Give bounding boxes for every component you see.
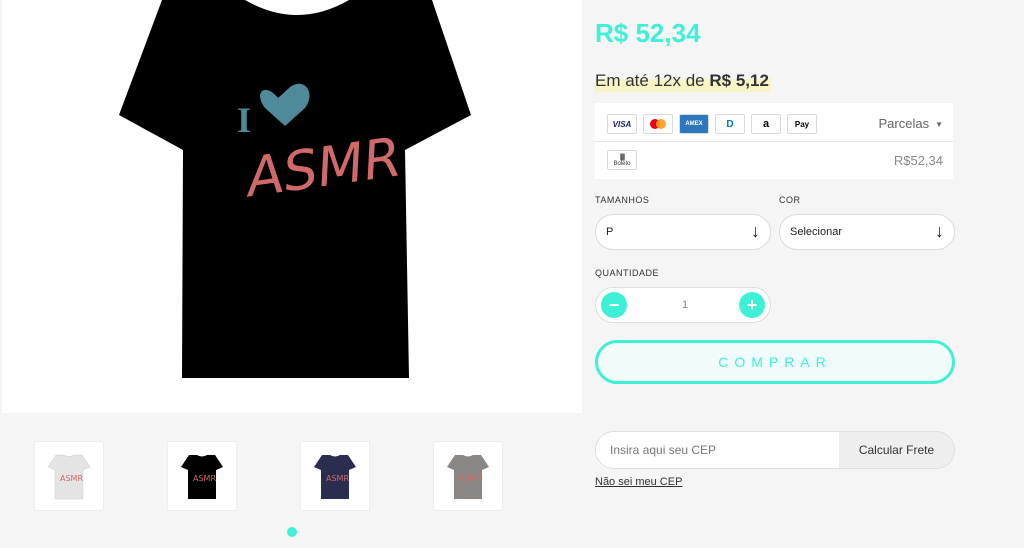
black-shirt-icon: ASMR [181,455,223,499]
tshirt-image: I ASMR [119,0,471,378]
visa-icon: VISA [607,114,637,134]
svg-text:ASMR: ASMR [193,474,216,483]
applepay-icon: Pay [787,114,817,134]
cep-form: Calcular Frete [595,431,955,469]
boleto-label: Boleto [613,160,631,167]
color-select[interactable]: Selecionar ↓ [779,214,955,250]
installment-value: R$ 5,12 [709,71,769,90]
mastercard-icon [643,114,673,134]
payment-methods: VISA AMEX D a Pay Parcelas ▼ |||||| Bolet… [595,103,953,179]
arrow-down-icon: ↓ [751,221,760,241]
card-row: VISA AMEX D a Pay Parcelas ▼ [595,103,953,142]
arrow-down-icon: ↓ [935,221,944,241]
boleto-icon: |||||| Boleto [607,150,637,170]
thumbnail-black-shirt[interactable]: ASMR [167,441,237,511]
size-value: P [606,226,614,238]
amazon-icon: a [751,114,781,134]
installment-info: Em até 12x de R$ 5,12 [595,70,771,92]
quantity-label: QUANTIDADE [595,268,660,278]
white-shirt-icon: ASMR [47,454,91,500]
installment-prefix: Em até 12x de [595,71,705,90]
svg-text:ASMR: ASMR [459,474,482,483]
color-value: Selecionar [790,226,842,238]
barcode-icon: |||||| [619,153,626,161]
svg-text:ASMR: ASMR [60,474,83,483]
plus-button[interactable]: + [739,292,765,318]
svg-text:ASMR: ASMR [326,474,349,483]
size-label: TAMANHOS [595,195,650,205]
caret-down-icon: ▼ [935,120,943,130]
gray-shirt-icon: ASMR [447,455,489,499]
cep-input[interactable] [596,432,840,468]
svg-text:I: I [237,100,251,140]
thumbnail-gray-shirt[interactable]: ASMR [433,441,503,511]
boleto-price: R$52,34 [893,153,943,168]
thumbnail-white-shirt[interactable]: ASMR [34,441,104,511]
quantity-stepper: − + [595,287,771,323]
diners-icon: D [715,114,745,134]
thumbnail-strip: ASMR ASMR ASMR ASMR [0,413,580,548]
mastercard-circles-icon [650,119,666,129]
unknown-cep-link[interactable]: Não sei meu CEP [595,476,682,488]
amex-icon: AMEX [679,114,709,134]
size-select[interactable]: P ↓ [595,214,771,250]
thumbnail-navy-shirt[interactable]: ASMR [300,441,370,511]
parcelas-label: Parcelas [878,116,930,131]
minus-button[interactable]: − [601,292,627,318]
quantity-input[interactable] [640,290,730,320]
navy-shirt-icon: ASMR [314,455,356,499]
product-price: R$ 52,34 [595,18,701,48]
buy-button[interactable]: COMPRAR [595,340,955,384]
carousel-dot[interactable] [287,527,297,537]
product-image[interactable]: I ASMR [2,0,582,413]
color-label: COR [779,195,801,205]
calculate-shipping-button[interactable]: Calcular Frete [839,432,954,468]
parcelas-dropdown[interactable]: Parcelas ▼ [879,116,944,131]
